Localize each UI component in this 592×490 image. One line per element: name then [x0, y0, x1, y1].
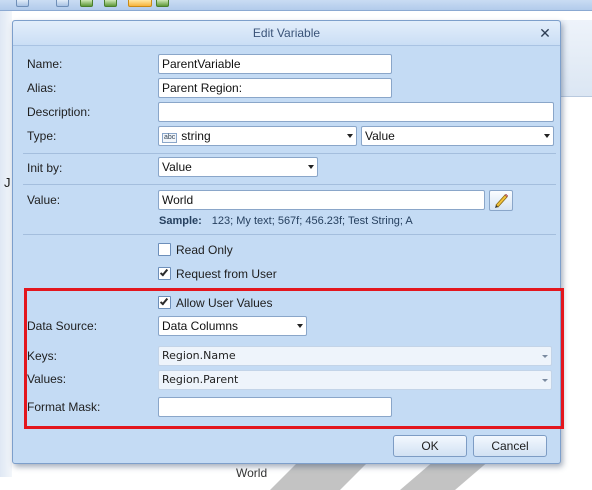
sample-text: 123; My text; 567f; 456.23f; Test String… [211, 215, 413, 227]
separator [23, 234, 556, 235]
toolbar-button-active[interactable] [128, 0, 152, 7]
background-text-world: World [236, 466, 268, 480]
background-left-strip [0, 11, 12, 477]
request-from-user-label[interactable]: Request from User [176, 267, 277, 281]
name-input[interactable]: ParentVariable [158, 54, 392, 74]
description-input[interactable] [158, 102, 554, 122]
cancel-button[interactable]: Cancel [473, 435, 547, 457]
type-dropdown-value: string [181, 129, 211, 143]
background-right-panel [560, 20, 592, 96]
checkmark-icon [159, 267, 169, 277]
description-label: Description: [27, 105, 91, 119]
toolbar-button[interactable] [156, 0, 169, 7]
pencil-icon [495, 193, 509, 208]
sample-line: Sample: 123; My text; 567f; 456.23f; Test… [159, 215, 413, 227]
type-label: Type: [27, 129, 57, 143]
app-toolbar [0, 0, 592, 11]
ok-button[interactable]: OK [393, 435, 467, 457]
string-type-icon: abc [162, 133, 178, 143]
request-from-user-checkbox[interactable] [158, 267, 171, 280]
dialog-title: Edit Variable [252, 26, 321, 40]
read-only-checkbox[interactable] [158, 243, 171, 256]
toolbar-button[interactable] [56, 0, 69, 7]
toolbar-button[interactable] [80, 0, 93, 7]
background-text: J [4, 175, 11, 190]
separator [23, 184, 556, 185]
sample-label: Sample: [159, 215, 202, 227]
type-kind-dropdown[interactable]: Value [361, 126, 554, 146]
read-only-label[interactable]: Read Only [176, 243, 233, 257]
toolbar-button[interactable] [104, 0, 117, 7]
chevron-down-icon [544, 134, 550, 138]
value-label: Value: [27, 193, 61, 207]
chevron-down-icon [308, 165, 314, 169]
separator [23, 153, 556, 154]
edit-variable-dialog: Edit Variable ✕ Name: ParentVariable Ali… [12, 20, 564, 464]
type-dropdown[interactable]: abc string [158, 126, 357, 146]
background-divider [560, 96, 592, 97]
highlight-frame [24, 288, 564, 429]
toolbar-button[interactable] [16, 0, 29, 7]
edit-value-button[interactable] [489, 190, 513, 211]
init-by-value: Value [162, 160, 192, 174]
chevron-down-icon [347, 134, 353, 138]
dialog-titlebar[interactable]: Edit Variable ✕ [13, 21, 560, 46]
alias-label: Alias: [27, 81, 57, 95]
alias-input[interactable]: Parent Region: [158, 78, 392, 98]
init-by-label: Init by: [27, 161, 63, 175]
init-by-dropdown[interactable]: Value [158, 157, 318, 177]
name-label: Name: [27, 57, 63, 71]
type-kind-value: Value [365, 129, 395, 143]
value-input[interactable]: World [158, 190, 485, 210]
close-icon[interactable]: ✕ [536, 24, 554, 42]
